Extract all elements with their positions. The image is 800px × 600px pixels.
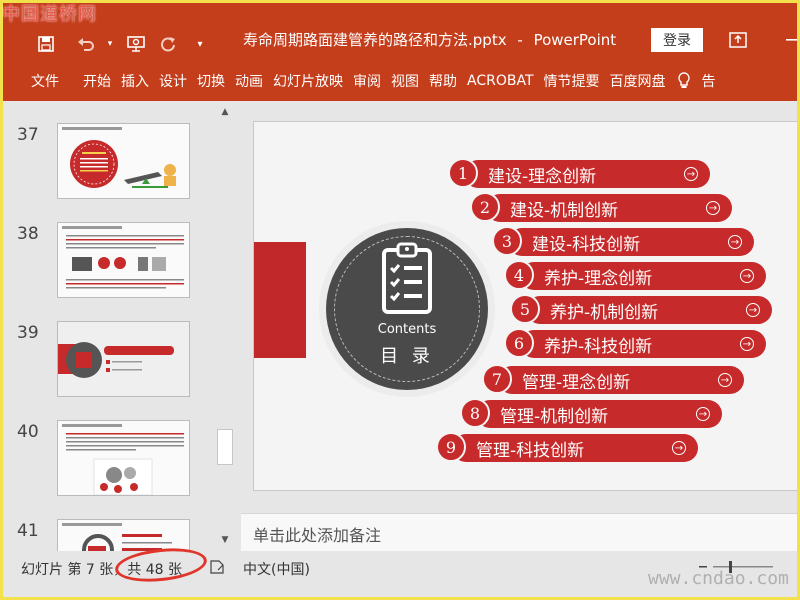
scroll-up-icon[interactable]: ▲ <box>217 105 233 119</box>
toc-item-bar: 管理-机制创新 <box>476 400 722 428</box>
scroll-down-icon[interactable]: ▼ <box>217 533 233 547</box>
ribbon-tabs: 文件 开始 插入 设计 切换 动画 幻灯片放映 审阅 视图 帮助 ACROBAT… <box>3 61 797 101</box>
thumbnail-slide-39[interactable]: 39 <box>3 321 213 401</box>
scrollbar-thumb[interactable] <box>217 429 233 465</box>
arrow-right-icon: → <box>718 373 732 387</box>
toc-item-label: 建设-科技创新 <box>532 234 641 255</box>
toc-item-number: 3 <box>492 226 522 256</box>
arrow-right-icon: → <box>746 303 760 317</box>
toc-item-number: 9 <box>436 432 466 462</box>
presenter-icon[interactable] <box>125 33 147 55</box>
notes-pane[interactable]: 单击此处添加备注 <box>241 513 797 551</box>
undo-icon[interactable] <box>75 33 97 55</box>
quick-access-toolbar: ▾ ▾ <box>35 33 211 55</box>
thumbnail-number: 37 <box>17 125 39 145</box>
tab-slideshow[interactable]: 幻灯片放映 <box>268 61 348 101</box>
customize-qat-icon[interactable]: ▾ <box>189 33 211 55</box>
thumbnail-image <box>57 123 190 199</box>
thumbnail-image <box>57 222 190 298</box>
toc-item-number: 1 <box>448 158 478 188</box>
contents-chinese-label: 目 录 <box>380 346 434 367</box>
watermark-site-name: 中国道桥网 <box>2 4 97 25</box>
toc-item-bar: 养护-机制创新 <box>526 296 772 324</box>
login-button[interactable]: 登录 <box>651 28 703 52</box>
toc-item-label: 管理-机制创新 <box>500 406 609 427</box>
watermark-url: www.cndao.com <box>648 568 789 589</box>
toc-item-number: 4 <box>504 260 534 290</box>
arrow-right-icon: → <box>696 407 710 421</box>
toc-item-label: 建设-理念创新 <box>488 166 597 187</box>
toc-item-bar: 管理-理念创新 <box>498 366 744 394</box>
toc-item-number: 6 <box>504 328 534 358</box>
thumbnail-image <box>57 321 190 397</box>
toc-item-label: 养护-理念创新 <box>544 268 653 289</box>
thumbnail-scrollbar[interactable]: ▲ ▼ <box>215 101 235 551</box>
tab-file[interactable]: 文件 <box>25 61 64 101</box>
tab-transitions[interactable]: 切换 <box>192 61 230 101</box>
language-indicator[interactable]: 中文(中国) <box>243 559 310 579</box>
tell-me-icon[interactable] <box>671 61 697 101</box>
ribbon-display-icon[interactable] <box>725 27 751 53</box>
powerpoint-window: ▾ ▾ 寿命周期路面建管养的路径和方法.pptx - PowerPoint 登录… <box>0 0 800 600</box>
toc-item-number: 8 <box>460 398 490 428</box>
arrow-right-icon: → <box>728 235 742 249</box>
tab-animations[interactable]: 动画 <box>230 61 268 101</box>
save-icon[interactable] <box>35 33 57 55</box>
tab-insert[interactable]: 插入 <box>116 61 154 101</box>
thumbnail-slide-40[interactable]: 40 <box>3 420 213 500</box>
toc-item-bar: 建设-理念创新 <box>464 160 710 188</box>
tab-home[interactable]: 开始 <box>78 61 116 101</box>
tab-tell-me[interactable]: 告 <box>697 61 721 101</box>
file-name: 寿命周期路面建管养的路径和方法.pptx <box>243 31 507 49</box>
arrow-right-icon: → <box>684 167 698 181</box>
thumbnail-image <box>57 420 190 496</box>
tab-baidu-netdisk[interactable]: 百度网盘 <box>605 61 671 101</box>
tab-storyboarding[interactable]: 情节提要 <box>539 61 605 101</box>
redo-icon[interactable] <box>157 33 179 55</box>
clipboard-checklist-icon <box>382 242 432 314</box>
undo-dropdown-icon[interactable]: ▾ <box>99 33 121 55</box>
slide-canvas[interactable]: Contents 目 录 建设-理念创新 1 → 建设-机制创新 2 → 建设-… <box>253 121 797 491</box>
toc-item-label: 建设-机制创新 <box>510 200 619 221</box>
thumbnail-image <box>57 519 190 551</box>
toc-item-label: 管理-科技创新 <box>476 440 585 461</box>
thumbnail-slide-38[interactable]: 38 <box>3 222 213 302</box>
tab-help[interactable]: 帮助 <box>424 61 462 101</box>
arrow-right-icon: → <box>672 441 686 455</box>
title-bar: ▾ ▾ 寿命周期路面建管养的路径和方法.pptx - PowerPoint 登录 <box>3 3 797 61</box>
tab-review[interactable]: 审阅 <box>348 61 386 101</box>
contents-english-label: Contents <box>377 322 437 337</box>
toc-item-label: 养护-科技创新 <box>544 336 653 357</box>
tab-design[interactable]: 设计 <box>154 61 192 101</box>
toc-item-number: 2 <box>470 192 500 222</box>
document-title: 寿命周期路面建管养的路径和方法.pptx - PowerPoint <box>243 29 616 50</box>
toc-item-bar: 建设-科技创新 <box>508 228 754 256</box>
tab-acrobat[interactable]: ACROBAT <box>462 61 539 101</box>
toc-item-number: 7 <box>482 364 512 394</box>
thumbnail-number: 40 <box>17 422 39 442</box>
title-separator: - <box>517 31 523 49</box>
thumbnail-number: 39 <box>17 323 39 343</box>
toc-item-number: 5 <box>510 294 540 324</box>
toc-item-bar: 建设-机制创新 <box>486 194 732 222</box>
tab-view[interactable]: 视图 <box>386 61 424 101</box>
toc-item-bar: 养护-理念创新 <box>520 262 766 290</box>
slide-thumbnail-pane: 37 38 39 40 41 <box>3 101 241 551</box>
app-name: PowerPoint <box>533 31 617 49</box>
toc-item-label: 养护-机制创新 <box>550 302 659 323</box>
arrow-right-icon: → <box>706 201 720 215</box>
toc-item-label: 管理-理念创新 <box>522 372 631 393</box>
thumbnail-slide-37[interactable]: 37 <box>3 123 213 203</box>
arrow-right-icon: → <box>740 269 754 283</box>
thumbnail-number: 41 <box>17 521 39 541</box>
minimize-icon[interactable] <box>781 27 797 53</box>
toc-item-bar: 管理-科技创新 <box>452 434 698 462</box>
spelling-check-icon[interactable] <box>209 559 225 575</box>
toc-item-bar: 养护-科技创新 <box>520 330 766 358</box>
thumbnail-number: 38 <box>17 224 39 244</box>
arrow-right-icon: → <box>740 337 754 351</box>
thumbnail-slide-41[interactable]: 41 <box>3 519 213 551</box>
